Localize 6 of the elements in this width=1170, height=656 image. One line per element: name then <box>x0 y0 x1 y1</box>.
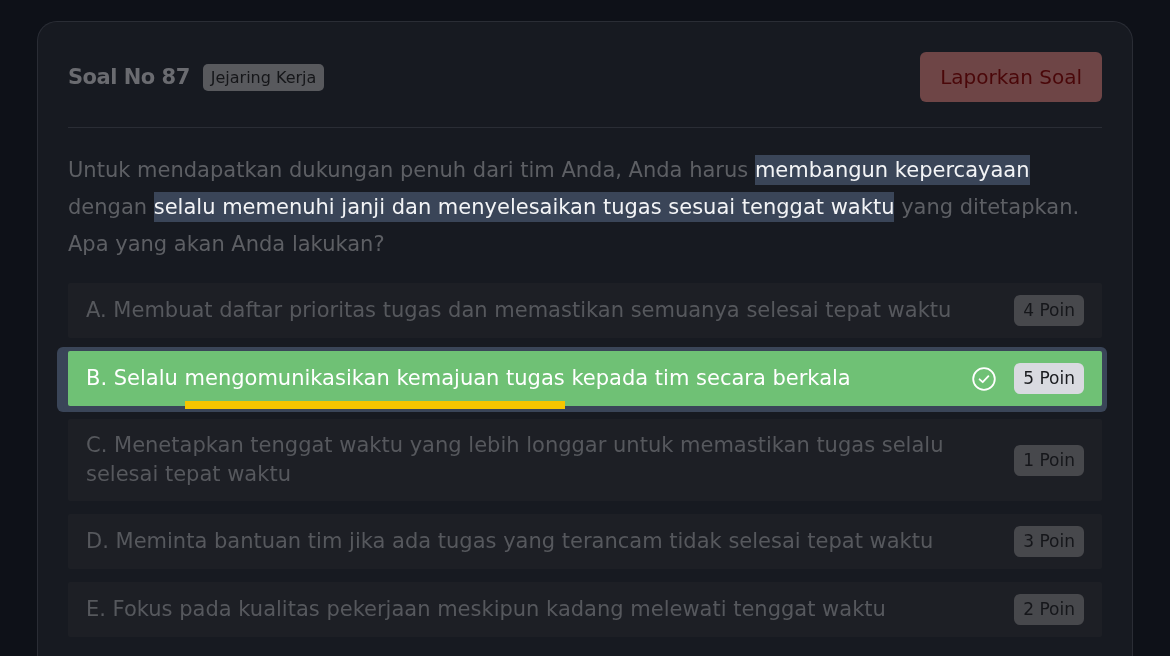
category-tag: Jejaring Kerja <box>202 63 325 91</box>
question-number: Soal No 87 <box>68 65 190 89</box>
question-text: Untuk mendapatkan dukungan penuh dari tim Anda, Anda harus membangun kepercayaan dengan selalu memenuhi janji dan menyelesaikan tugas sesuai tenggat waktu yang ditetapkan. Apa yang akan Anda lakukan? <box>68 152 1102 263</box>
points-badge: 5 Poin <box>1014 363 1084 394</box>
check-circle-icon <box>972 366 997 391</box>
report-button[interactable]: Laporkan Soal <box>920 52 1102 102</box>
